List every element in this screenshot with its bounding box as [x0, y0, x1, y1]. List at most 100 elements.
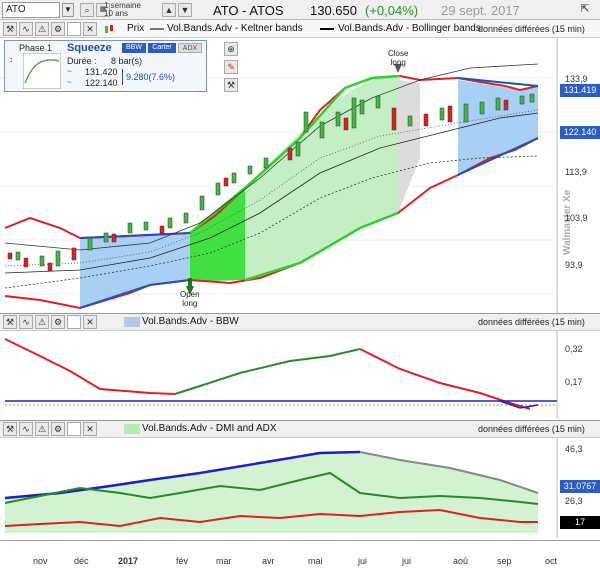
- expand-icon[interactable]: ⇱: [578, 3, 592, 17]
- range-bracket: [122, 69, 123, 85]
- x-label-2: 2017: [118, 556, 139, 566]
- period-up-icon[interactable]: ▲: [162, 3, 176, 17]
- legend-keltner[interactable]: Vol.Bands.Adv - Keltner bands: [167, 23, 303, 34]
- x-label-10: sep: [497, 556, 512, 566]
- price-change: (+0,04%): [365, 3, 419, 18]
- adx-tag: 31.0767: [560, 480, 600, 493]
- range-value: 9.280(7.6%): [126, 72, 176, 82]
- last-price: 130.650: [310, 3, 357, 18]
- bbw-close-icon[interactable]: ✕: [83, 315, 97, 329]
- upper-value: 131.420: [85, 67, 118, 77]
- dmi-alert-icon[interactable]: ⚠: [35, 422, 49, 436]
- x-label-4: mar: [216, 556, 232, 566]
- tools-icon[interactable]: ⚒: [3, 22, 17, 36]
- candles-icon: [104, 24, 114, 34]
- x-label-9: aoû: [453, 556, 469, 566]
- close-side: long: [390, 58, 406, 67]
- x-label-5: avr: [262, 556, 275, 566]
- bbw-alert-icon[interactable]: ⚠: [35, 315, 49, 329]
- dmi-swatch: [124, 424, 140, 434]
- dmi-chart[interactable]: [0, 438, 600, 538]
- open-text: Open: [180, 290, 200, 299]
- y-tick-4: 103,9: [565, 213, 588, 223]
- legend-bollinger-swatch: [320, 28, 334, 30]
- dmi-title[interactable]: Vol.Bands.Adv - DMI and ADX: [142, 423, 277, 434]
- dmi-y-tick-1: 46,3: [565, 444, 583, 454]
- bbw-y-tick-2: 0,17: [565, 377, 583, 387]
- x-label-6: mai: [308, 556, 323, 566]
- close-annotation: Close long: [388, 49, 408, 67]
- open-side: long: [182, 299, 198, 308]
- duration-value: 8 bar(s): [111, 56, 143, 66]
- top-toolbar: ATO ▼ ⌕ ▦ 1 semaine 10 ans ▲ ▼ ATO - ATO…: [0, 0, 600, 20]
- drawing-icon[interactable]: ✎: [224, 60, 238, 74]
- zoom-icon[interactable]: ⊕: [224, 42, 238, 56]
- bbw-delay-label: données différées (15 min): [478, 317, 585, 327]
- dmi-close-icon[interactable]: ✕: [83, 422, 97, 436]
- bbw-panel-header: ⚒ ∿ ⚠ ⚙ ✕ Vol.Bands.Adv - BBW données di…: [0, 313, 600, 331]
- carter-button[interactable]: Carter: [148, 43, 176, 53]
- x-label-3: fév: [176, 556, 189, 566]
- bbw-probuilder-icon[interactable]: ⚙: [51, 315, 65, 329]
- symbol-dropdown-icon[interactable]: ▼: [62, 3, 74, 17]
- x-label-1: déc: [74, 556, 89, 566]
- lower-value: 122.140: [85, 78, 118, 88]
- phase-thumbnail: [23, 53, 61, 89]
- dmi-minimize-icon[interactable]: [67, 422, 81, 436]
- bbw-button[interactable]: BBW: [122, 43, 146, 53]
- probuilder-icon[interactable]: ⚙: [51, 22, 65, 36]
- close-panel-icon[interactable]: ✕: [83, 22, 97, 36]
- alert-icon[interactable]: ⚠: [35, 22, 49, 36]
- dmi-y-tick-2: 26,3: [565, 496, 583, 506]
- period-line-2: 10 ans: [104, 9, 129, 18]
- duration-label: Durée :: [67, 56, 97, 66]
- indicator-icon[interactable]: ∿: [19, 22, 33, 36]
- bbw-title[interactable]: Vol.Bands.Adv - BBW: [142, 316, 239, 327]
- legend-keltner-swatch: [150, 28, 164, 30]
- open-annotation: Open long: [180, 290, 200, 308]
- phase-label: Phase 1: [19, 43, 53, 53]
- period-selector[interactable]: 1 semaine 10 ans: [104, 2, 141, 18]
- x-label-11: oct: [545, 556, 558, 566]
- bbw-swatch: [124, 317, 140, 327]
- symbol-input[interactable]: ATO: [2, 2, 60, 18]
- search-icon[interactable]: ⌕: [80, 3, 94, 17]
- chart-legend-row: ⚒ ∿ ⚠ ⚙ ✕ Prix Vol.Bands.Adv - Keltner b…: [0, 20, 600, 38]
- x-label-7: jui: [358, 556, 368, 566]
- phase-nav-icon[interactable]: ↕: [9, 55, 13, 64]
- y-tick-1: 133,9: [565, 74, 588, 84]
- x-label-0: nov: [33, 556, 48, 566]
- bbw-tools-icon[interactable]: ⚒: [3, 315, 17, 329]
- dmi-tools-icon[interactable]: ⚒: [3, 422, 17, 436]
- legend-price[interactable]: Prix: [127, 23, 144, 34]
- instrument-name: ATO - ATOS: [213, 3, 284, 18]
- close-text: Close: [388, 49, 409, 58]
- dmi-probuilder-icon[interactable]: ⚙: [51, 422, 65, 436]
- bbw-y-tick-1: 0,32: [565, 344, 583, 354]
- dmi-low-tag: 17: [560, 516, 600, 529]
- squeeze-zone-2: [458, 80, 538, 175]
- bbw-minimize-icon[interactable]: [67, 315, 81, 329]
- period-down-icon[interactable]: ▼: [178, 3, 192, 17]
- lower-line-icon: ~: [67, 78, 72, 87]
- bbw-chart[interactable]: [0, 331, 600, 419]
- y-tick-5: 93,9: [565, 260, 583, 270]
- x-axis: nov déc 2017 fév mar avr mai jui jui aoû…: [0, 540, 600, 569]
- upper-band-tag: 131.419: [560, 84, 600, 97]
- dmi-panel-header: ⚒ ∿ ⚠ ⚙ ✕ Vol.Bands.Adv - DMI and ADX do…: [0, 420, 600, 438]
- lower-band-tag: 122.140: [560, 126, 600, 139]
- x-label-8: jui: [402, 556, 412, 566]
- legend-bollinger[interactable]: Vol.Bands.Adv - Bollinger bands: [338, 23, 481, 34]
- settings-icon[interactable]: ⚒: [224, 78, 238, 92]
- close-zone: [398, 80, 420, 213]
- upper-line-icon: ~: [67, 67, 72, 76]
- y-tick-3: 113,9: [565, 167, 587, 177]
- minimize-icon[interactable]: [67, 22, 81, 36]
- bbw-indicator-icon[interactable]: ∿: [19, 315, 33, 329]
- price-delay-label: données différées (15 min): [478, 24, 585, 34]
- quote-date: 29 sept. 2017: [441, 3, 520, 18]
- dmi-indicator-icon[interactable]: ∿: [19, 422, 33, 436]
- squeeze-info-box[interactable]: Phase 1 ↕ Squeeze BBW Carter ADX Durée :…: [4, 40, 207, 92]
- adx-button[interactable]: ADX: [178, 43, 202, 53]
- dmi-delay-label: données différées (15 min): [478, 424, 585, 434]
